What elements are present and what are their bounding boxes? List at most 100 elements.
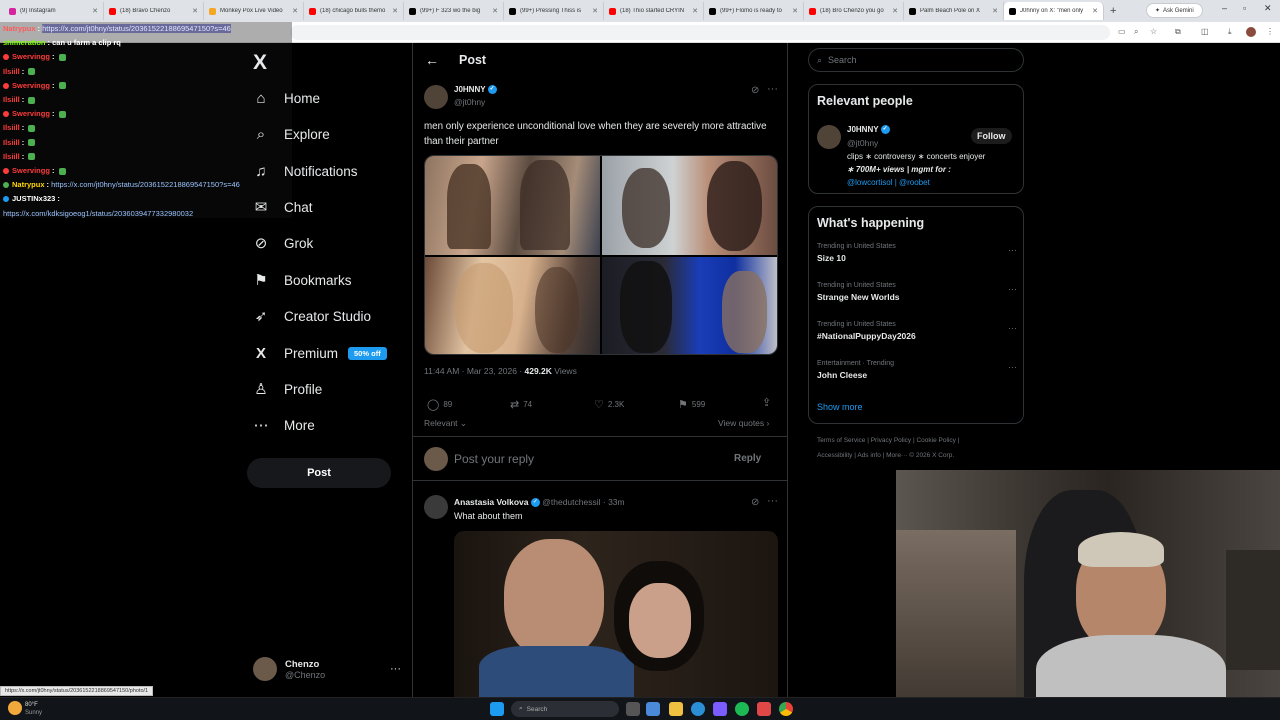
reply-media-photo[interactable] bbox=[454, 531, 778, 703]
back-arrow-icon[interactable]: ← bbox=[425, 52, 439, 68]
tab-close-icon[interactable]: ✕ bbox=[1092, 7, 1098, 15]
chrome-icon[interactable] bbox=[779, 702, 793, 716]
maximize-icon[interactable]: ▫ bbox=[1243, 3, 1246, 13]
cast-icon[interactable]: ▭ bbox=[1118, 27, 1126, 36]
tab-close-icon[interactable]: ✕ bbox=[192, 7, 198, 15]
chat-username[interactable]: Swervingg bbox=[12, 52, 50, 61]
browser-tab[interactable]: (9) Instagram ✕ bbox=[4, 2, 104, 20]
edge-icon[interactable] bbox=[691, 702, 705, 716]
download-icon[interactable]: ⤓ bbox=[1228, 27, 1232, 37]
footer-links-2[interactable]: Accessibility | Ads info | More··· © 202… bbox=[817, 452, 954, 459]
tab-close-icon[interactable]: ✕ bbox=[292, 7, 298, 15]
chat-username[interactable]: Ilsiill bbox=[3, 95, 20, 104]
media-photo-4[interactable] bbox=[602, 257, 777, 354]
task-view-icon[interactable] bbox=[626, 702, 640, 716]
trend-item[interactable]: Entertainment · Trending John Cleese ··· bbox=[817, 360, 1017, 380]
browser-tab[interactable]: (99+) F 323 wo the big ✕ bbox=[404, 2, 504, 20]
trend-more-icon[interactable]: ··· bbox=[1008, 362, 1017, 372]
spotify-icon[interactable] bbox=[735, 702, 749, 716]
post-timestamp[interactable]: 11:44 AM · Mar 23, 2026 · bbox=[424, 366, 522, 376]
like-action[interactable]: ♡ 2.3K bbox=[594, 396, 624, 412]
relevant-person-avatar[interactable] bbox=[817, 125, 841, 149]
taskbar-search[interactable]: ⌕ Search bbox=[511, 701, 619, 717]
account-more-icon[interactable]: ··· bbox=[390, 663, 401, 675]
trend-more-icon[interactable]: ··· bbox=[1008, 245, 1017, 255]
x-logo[interactable]: X bbox=[253, 51, 267, 75]
nav-item-profile[interactable]: ♙ Profile bbox=[252, 376, 322, 402]
relevant-person-handle[interactable]: @jt0hny bbox=[847, 138, 878, 148]
chat-text[interactable]: https://x.com/jt0hny/status/203615221886… bbox=[51, 180, 240, 189]
tab-close-icon[interactable]: ✕ bbox=[992, 7, 998, 15]
nav-item-grok[interactable]: ⊘ Grok bbox=[252, 230, 314, 256]
url-field[interactable] bbox=[290, 25, 1110, 40]
trend-item[interactable]: Trending in United States Strange New Wor… bbox=[817, 282, 1017, 302]
reply-button[interactable]: Reply bbox=[729, 450, 766, 467]
browser-tab[interactable]: (18) Bro Chenzo you go ✕ bbox=[804, 2, 904, 20]
show-more-link[interactable]: Show more bbox=[817, 402, 863, 412]
copilot-icon[interactable] bbox=[646, 702, 660, 716]
nav-item-notifications[interactable]: ♫ Notifications bbox=[252, 158, 357, 184]
reply-more-icon[interactable]: ··· bbox=[767, 495, 778, 507]
sidepanel-icon[interactable]: ◫ bbox=[1201, 27, 1209, 36]
tab-close-icon[interactable]: ✕ bbox=[792, 7, 798, 15]
reply-action[interactable]: ◯ 89 bbox=[427, 396, 452, 412]
nav-item-chat[interactable]: ✉ Chat bbox=[252, 194, 313, 220]
repost-action[interactable]: ⇄ 74 bbox=[510, 396, 532, 412]
reply-time[interactable]: · 33m bbox=[603, 497, 625, 507]
chat-text[interactable]: https://x.com/jt0hny/status/203615221886… bbox=[42, 24, 231, 33]
nav-item-bookmarks[interactable]: ⚑ Bookmarks bbox=[252, 267, 351, 293]
author-avatar[interactable] bbox=[424, 85, 448, 109]
chat-username[interactable]: Ilsiill bbox=[3, 123, 20, 132]
sort-replies-dropdown[interactable]: Relevant ⌄ bbox=[424, 418, 467, 429]
tab-close-icon[interactable]: ✕ bbox=[92, 7, 98, 15]
reply-author-handle[interactable]: @thedutchessil bbox=[542, 497, 600, 507]
chat-username[interactable]: Natrypux bbox=[12, 180, 45, 189]
chat-username[interactable]: Swervingg bbox=[12, 166, 50, 175]
tab-close-icon[interactable]: ✕ bbox=[492, 7, 498, 15]
footer-links-1[interactable]: Terms of Service | Privacy Policy | Cook… bbox=[817, 437, 959, 444]
tab-close-icon[interactable]: ✕ bbox=[892, 7, 898, 15]
chat-username[interactable]: Swervingg bbox=[12, 109, 50, 118]
author-name[interactable]: J0HNNY bbox=[454, 85, 485, 94]
account-switcher[interactable]: Chenzo @Chenzo ··· bbox=[253, 655, 401, 683]
chat-username[interactable]: Ilsiill bbox=[3, 138, 20, 147]
browser-tab[interactable]: (18) Thio started CRYIN ✕ bbox=[604, 2, 704, 20]
chat-username[interactable]: Swervingg bbox=[12, 81, 50, 90]
reply-author-name[interactable]: Anastasia Volkova bbox=[454, 497, 529, 507]
browser-tab[interactable]: (18) Bravo Chenzo ✕ bbox=[104, 2, 204, 20]
minimize-icon[interactable]: – bbox=[1222, 3, 1227, 13]
chat-text[interactable]: https://x.com/kdksigoeog1/status/2036039… bbox=[3, 209, 193, 218]
trend-more-icon[interactable]: ··· bbox=[1008, 284, 1017, 294]
post-button[interactable]: Post bbox=[247, 458, 391, 488]
grok-explain-icon[interactable]: ⊘ bbox=[751, 85, 759, 96]
start-icon[interactable] bbox=[490, 702, 504, 716]
reply-grok-icon[interactable]: ⊘ bbox=[751, 497, 759, 508]
chat-username[interactable]: Ilsiill bbox=[3, 67, 20, 76]
browser-tab[interactable]: Palm Beach Pole on X ✕ bbox=[904, 2, 1004, 20]
browser-tab[interactable]: (99+) Pressing Thiss is ✕ bbox=[504, 2, 604, 20]
relevant-person-name[interactable]: J0HNNY bbox=[847, 125, 878, 134]
new-tab-button[interactable]: + bbox=[1110, 5, 1116, 17]
follow-button[interactable]: Follow bbox=[971, 128, 1012, 144]
file-explorer-icon[interactable] bbox=[669, 702, 683, 716]
chat-username[interactable]: JUSTINx323 bbox=[12, 194, 55, 203]
profile-avatar[interactable] bbox=[1246, 27, 1256, 37]
browser-tab[interactable]: Monkey Pox Live Video ✕ bbox=[204, 2, 304, 20]
browser-menu-icon[interactable]: ⋮ bbox=[1266, 27, 1274, 36]
media-photo-3[interactable] bbox=[425, 257, 600, 354]
nav-item-more[interactable]: ⋯ More bbox=[252, 412, 315, 438]
share-icon[interactable]: ⇪ bbox=[762, 396, 771, 409]
search-input[interactable]: ⌕ Search bbox=[808, 48, 1024, 72]
nav-item-premium[interactable]: X Premium 50% off bbox=[252, 340, 387, 366]
tab-close-icon[interactable]: ✕ bbox=[692, 7, 698, 15]
star-icon[interactable]: ☆ bbox=[1150, 27, 1157, 36]
trend-more-icon[interactable]: ··· bbox=[1008, 323, 1017, 333]
media-photo-1[interactable] bbox=[425, 156, 600, 255]
view-quotes-link[interactable]: View quotes › bbox=[718, 418, 769, 428]
browser-tab[interactable]: (18) chicago bulls themo ✕ bbox=[304, 2, 404, 20]
trend-item[interactable]: Trending in United States #NationalPuppyD… bbox=[817, 321, 1017, 341]
chat-username[interactable]: Ilsiill bbox=[3, 152, 20, 161]
nav-item-explore[interactable]: ⌕ Explore bbox=[252, 121, 330, 147]
close-window-icon[interactable]: ✕ bbox=[1264, 3, 1272, 14]
discord-icon[interactable] bbox=[713, 702, 727, 716]
